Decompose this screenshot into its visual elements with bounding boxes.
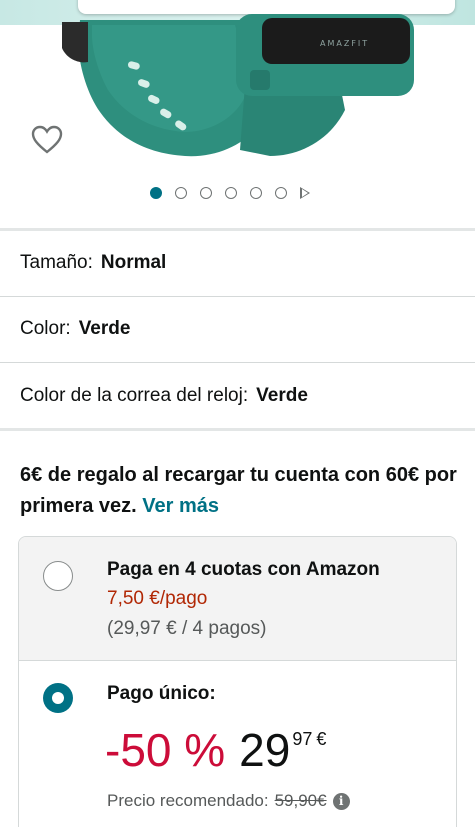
variation-color-label: Color:: [20, 318, 71, 339]
price-block: -50 % 29 97 €: [105, 725, 326, 785]
wishlist-heart-icon[interactable]: [31, 124, 63, 156]
gallery-dot-6[interactable]: [275, 187, 287, 199]
variation-size-value: Normal: [100, 252, 167, 273]
watch-button: [250, 70, 270, 90]
installment-title: Paga en 4 cuotas con Amazon: [107, 559, 380, 580]
single-payment-radio[interactable]: [43, 683, 73, 713]
price-fraction: 97: [292, 729, 313, 749]
product-image-gallery[interactable]: AMAZFIT: [0, 0, 475, 228]
discount-percent: -50 %: [105, 724, 226, 776]
gallery-dot-3[interactable]: [200, 187, 212, 199]
gallery-dot-2[interactable]: [175, 187, 187, 199]
promo-text: 6€ de regalo al recargar tu cuenta con 6…: [20, 464, 457, 517]
variation-color-value: Verde: [78, 318, 131, 339]
divider: [0, 362, 475, 363]
gallery-pagination[interactable]: [150, 185, 310, 201]
watch-clasp: [62, 22, 88, 63]
payment-options-box: Paga en 4 cuotas con Amazon 7,50 €/pago …: [18, 536, 457, 827]
installment-radio[interactable]: [43, 561, 73, 591]
variation-color[interactable]: Color: Verde: [0, 297, 475, 361]
variation-strap-color-value: Verde: [256, 385, 308, 406]
gallery-dot-4[interactable]: [225, 187, 237, 199]
recommended-price-label: Precio recomendado:: [107, 791, 269, 810]
video-play-icon[interactable]: [300, 187, 310, 199]
installment-per-payment: 7,50 €/pago: [107, 588, 208, 609]
variation-size-label: Tamaño:: [20, 252, 93, 273]
divider: [0, 428, 475, 431]
recommended-price-value: 59,90€: [274, 791, 327, 810]
variation-strap-color-label: Color de la correa del reloj:: [20, 385, 249, 406]
installment-option[interactable]: Paga en 4 cuotas con Amazon 7,50 €/pago …: [19, 537, 456, 661]
promo-see-more-link[interactable]: Ver más: [142, 495, 219, 517]
price-currency: €: [316, 729, 327, 749]
watch-brand-text: AMAZFIT: [320, 39, 369, 48]
gallery-dot-1[interactable]: [150, 187, 162, 199]
recommended-price: Precio recomendado: 59,90€ i: [107, 791, 350, 811]
single-payment-title: Pago único:: [107, 683, 216, 704]
variation-strap-color[interactable]: Color de la correa del reloj: Verde: [0, 364, 475, 428]
promo-message: 6€ de regalo al recargar tu cuenta con 6…: [20, 460, 460, 522]
info-icon[interactable]: i: [332, 792, 350, 810]
installment-total: (29,97 € / 4 pagos): [107, 618, 267, 639]
price-whole: 29: [239, 724, 291, 776]
gallery-dot-5[interactable]: [250, 187, 262, 199]
variation-size[interactable]: Tamaño: Normal: [0, 231, 475, 295]
